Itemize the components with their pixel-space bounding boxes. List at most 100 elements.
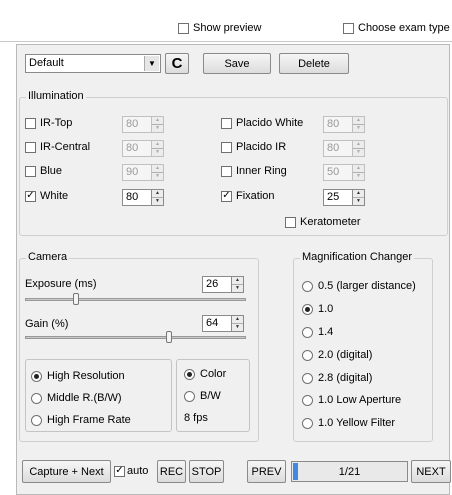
ir-central-box[interactable] [25, 141, 36, 153]
gain-slider[interactable] [25, 330, 246, 344]
spin-down-icon[interactable]: ▼ [353, 124, 364, 132]
spin-down-icon[interactable]: ▼ [353, 197, 364, 205]
prev-button[interactable]: PREV [247, 460, 286, 483]
preset-dropdown[interactable]: Default ▼ [25, 54, 161, 73]
inner-ring-spinner[interactable]: 50 ▲ ▼ [323, 164, 365, 181]
exposure-spinner[interactable]: 26 ▲ ▼ [202, 276, 244, 293]
mag-yellow-filter-radio[interactable]: 1.0 Yellow Filter [302, 417, 395, 429]
blue-label: Blue [40, 165, 63, 177]
high-resolution-dot[interactable] [31, 370, 42, 382]
high-resolution-radio[interactable]: High Resolution [31, 370, 125, 382]
spin-up-icon[interactable]: ▲ [152, 141, 163, 148]
white-spinner[interactable]: 80 ▲ ▼ [122, 189, 164, 206]
spin-down-icon[interactable]: ▼ [232, 284, 243, 292]
middle-resolution-radio[interactable]: Middle R.(B/W) [31, 392, 122, 404]
spin-down-icon[interactable]: ▼ [152, 148, 163, 156]
top-divider [0, 41, 452, 42]
mag-1-0-radio[interactable]: 1.0 [302, 303, 333, 315]
color-radio[interactable]: Color [184, 368, 226, 380]
fixation-label: Fixation [236, 190, 275, 202]
mag-2-8-dot[interactable] [302, 372, 313, 384]
gain-slider-thumb[interactable] [166, 331, 172, 343]
auto-label: auto [127, 465, 149, 477]
spin-up-icon[interactable]: ▲ [353, 165, 364, 172]
blue-spinner[interactable]: 90 ▲ ▼ [122, 164, 164, 181]
choose-exam-type-box[interactable] [343, 22, 354, 34]
mag-1-0-dot[interactable] [302, 303, 313, 315]
bw-radio[interactable]: B/W [184, 390, 221, 402]
high-resolution-label: High Resolution [47, 370, 125, 382]
ir-central-spinner[interactable]: 80 ▲ ▼ [122, 140, 164, 157]
mag-low-aperture-dot[interactable] [302, 394, 313, 406]
mag-1-4-dot[interactable] [302, 326, 313, 338]
placido-white-value: 80 [323, 116, 353, 133]
high-frame-rate-dot[interactable] [31, 414, 42, 426]
mag-0-5-radio[interactable]: 0.5 (larger distance) [302, 280, 416, 292]
placido-white-spinner[interactable]: 80 ▲ ▼ [323, 116, 365, 133]
chevron-down-icon[interactable]: ▼ [144, 56, 159, 71]
refresh-icon: C [171, 55, 183, 72]
placido-white-label: Placido White [236, 117, 304, 129]
spin-up-icon[interactable]: ▲ [353, 117, 364, 124]
mag-1-4-radio[interactable]: 1.4 [302, 326, 333, 338]
rec-button[interactable]: REC [157, 460, 186, 483]
placido-ir-spinner[interactable]: 80 ▲ ▼ [323, 140, 365, 157]
spin-down-icon[interactable]: ▼ [353, 172, 364, 180]
gain-label: Gain (%) [25, 318, 69, 330]
ir-central-checkbox[interactable]: IR-Central [25, 141, 90, 153]
inner-ring-checkbox[interactable]: Inner Ring [221, 165, 287, 177]
fixation-checkbox[interactable]: ✓ Fixation [221, 190, 275, 202]
fixation-box[interactable]: ✓ [221, 190, 232, 202]
mag-0-5-dot[interactable] [302, 280, 313, 292]
delete-button[interactable]: Delete [279, 53, 349, 74]
spin-up-icon[interactable]: ▲ [353, 190, 364, 197]
blue-checkbox[interactable]: Blue [25, 165, 62, 177]
spin-down-icon[interactable]: ▼ [152, 124, 163, 132]
keratometer-checkbox[interactable]: Keratometer [285, 216, 361, 228]
spin-up-icon[interactable]: ▲ [232, 316, 243, 323]
spin-up-icon[interactable]: ▲ [152, 117, 163, 124]
middle-resolution-dot[interactable] [31, 392, 42, 404]
spin-up-icon[interactable]: ▲ [152, 190, 163, 197]
placido-white-checkbox[interactable]: Placido White [221, 117, 303, 129]
next-button[interactable]: NEXT [411, 460, 451, 483]
ir-top-checkbox[interactable]: IR-Top [25, 117, 72, 129]
choose-exam-type-checkbox[interactable]: Choose exam type [343, 22, 450, 34]
auto-box[interactable]: ✓ [114, 465, 125, 477]
keratometer-box[interactable] [285, 216, 296, 228]
placido-ir-box[interactable] [221, 141, 232, 153]
bw-dot[interactable] [184, 390, 195, 402]
mag-yellow-filter-dot[interactable] [302, 417, 313, 429]
color-dot[interactable] [184, 368, 195, 380]
show-preview-checkbox[interactable]: Show preview [178, 22, 261, 34]
spin-down-icon[interactable]: ▼ [152, 197, 163, 205]
mag-low-aperture-radio[interactable]: 1.0 Low Aperture [302, 394, 401, 406]
mag-2-0-dot[interactable] [302, 349, 313, 361]
ir-top-box[interactable] [25, 117, 36, 129]
spin-down-icon[interactable]: ▼ [353, 148, 364, 156]
spin-up-icon[interactable]: ▲ [232, 277, 243, 284]
placido-ir-checkbox[interactable]: Placido IR [221, 141, 286, 153]
spin-up-icon[interactable]: ▲ [353, 141, 364, 148]
exposure-slider[interactable] [25, 292, 246, 306]
auto-checkbox[interactable]: ✓ auto [114, 465, 148, 477]
spin-down-icon[interactable]: ▼ [152, 172, 163, 180]
save-button[interactable]: Save [203, 53, 271, 74]
fixation-spinner[interactable]: 25 ▲ ▼ [323, 189, 365, 206]
high-frame-rate-radio[interactable]: High Frame Rate [31, 414, 131, 426]
mag-2-8-radio[interactable]: 2.8 (digital) [302, 372, 372, 384]
ir-top-spinner[interactable]: 80 ▲ ▼ [122, 116, 164, 133]
exposure-slider-thumb[interactable] [73, 293, 79, 305]
spin-up-icon[interactable]: ▲ [152, 165, 163, 172]
refresh-button[interactable]: C [165, 53, 189, 74]
placido-white-box[interactable] [221, 117, 232, 129]
mag-2-0-radio[interactable]: 2.0 (digital) [302, 349, 372, 361]
inner-ring-box[interactable] [221, 165, 232, 177]
show-preview-box[interactable] [178, 22, 189, 34]
placido-ir-value: 80 [323, 140, 353, 157]
blue-box[interactable] [25, 165, 36, 177]
white-box[interactable]: ✓ [25, 190, 36, 202]
capture-next-button[interactable]: Capture + Next [22, 460, 111, 483]
stop-button[interactable]: STOP [189, 460, 224, 483]
white-checkbox[interactable]: ✓ White [25, 190, 68, 202]
